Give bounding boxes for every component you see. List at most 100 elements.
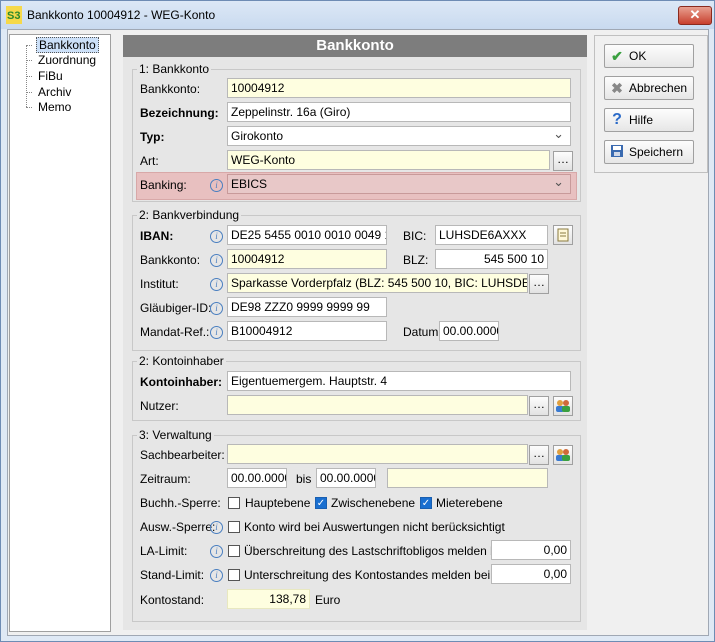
close-button[interactable]: ✕ (678, 6, 712, 25)
speichern-button[interactable]: Speichern (604, 140, 694, 164)
iban-field[interactable]: DE25 5455 0010 0010 0049 12 (227, 225, 387, 245)
title-bar[interactable]: S3 Bankkonto 10004912 - WEG-Konto ✕ (1, 1, 714, 29)
tree-item-archiv[interactable]: Archiv (36, 85, 73, 99)
kontoinhaber-field[interactable]: Eigentuemergem. Hauptstr. 4 (227, 371, 571, 391)
info-icon[interactable]: i (210, 569, 223, 582)
tree-item-zuordnung[interactable]: Zuordnung (36, 53, 98, 67)
abbrechen-label: Abbrechen (629, 81, 688, 95)
lalimit-field[interactable]: 0,00 (491, 540, 571, 560)
banking-dropdown[interactable]: EBICS (227, 174, 571, 194)
zeitraum-bis-label: bis (296, 472, 312, 486)
app-icon: S3 (6, 6, 22, 24)
zeitraum-to-field[interactable]: 00.00.0000 (316, 468, 376, 488)
lalimit-label: LA-Limit: (140, 544, 188, 558)
sachbearbeiter-browse-button[interactable]: … (529, 445, 549, 465)
mandat-label: Mandat-Ref.: (140, 325, 210, 339)
info-icon[interactable]: i (210, 230, 223, 243)
bic-label: BIC: (403, 229, 427, 243)
window-title: Bankkonto 10004912 - WEG-Konto (27, 8, 216, 22)
page-title: Bankkonto (123, 35, 587, 57)
sachbearbeiter-label: Sachbearbeiter: (140, 448, 225, 462)
glaeubiger-field[interactable]: DE98 ZZZ0 9999 9999 99 (227, 297, 387, 317)
institut-label: Institut: (140, 277, 179, 291)
cancel-x-icon: ✖ (611, 80, 623, 96)
zeitraum-from-field[interactable]: 00.00.0000 (227, 468, 287, 488)
tree-item-memo[interactable]: Memo (36, 100, 73, 114)
datum-label: Datum: (403, 325, 442, 339)
info-icon[interactable]: i (210, 302, 223, 315)
art-label: Art: (140, 154, 159, 168)
standlimit-label: Stand-Limit: (140, 568, 205, 582)
kontoinhaber-label: Kontoinhaber: (140, 375, 222, 389)
bankkonto2-field[interactable]: 10004912 (227, 249, 387, 269)
users-icon[interactable] (553, 396, 573, 416)
ok-button[interactable]: ✔ OK (604, 44, 694, 68)
bankkonto2-label: Bankkonto: (140, 253, 201, 267)
nutzer-label: Nutzer: (140, 399, 179, 413)
bic-field[interactable]: LUHSDE6AXXX (435, 225, 548, 245)
standlimit-text: Unterschreitung des Kontostandes melden … (244, 568, 494, 582)
hauptebene-checkbox[interactable] (228, 497, 240, 509)
info-icon[interactable]: i (210, 278, 223, 291)
standlimit-checkbox[interactable] (228, 569, 240, 581)
zeitraum-extra-field[interactable] (387, 468, 548, 488)
hilfe-label: Hilfe (629, 113, 654, 127)
buchh-label: Buchh.-Sperre: (140, 496, 221, 510)
tree-connector (26, 107, 32, 108)
ausw-checkbox[interactable] (228, 521, 240, 533)
section-title: 2: Kontoinhaber (137, 354, 226, 368)
standlimit-field[interactable]: 0,00 (491, 564, 571, 584)
zwischenebene-checkbox[interactable]: ✓ (315, 497, 327, 509)
kontostand-label: Kontostand: (140, 593, 205, 607)
info-icon[interactable]: i (210, 326, 223, 339)
kontostand-unit: Euro (315, 593, 341, 607)
notepad-icon[interactable] (553, 225, 573, 245)
mieterebene-label: Mieterebene (436, 496, 503, 510)
bezeichnung-field[interactable]: Zeppelinstr. 16a (Giro) (227, 102, 571, 122)
navigation-tree: Bankkonto Zuordnung FiBu Archiv Memo (9, 34, 111, 632)
users-icon[interactable] (553, 445, 573, 465)
hauptebene-label: Hauptebene (245, 496, 311, 510)
ok-label: OK (629, 49, 647, 63)
tree-connector (26, 45, 32, 46)
tree-item-fibu[interactable]: FiBu (36, 69, 65, 83)
zwischenebene-label: Zwischenebene (331, 496, 416, 510)
glaeubiger-label: Gläubiger-ID: (140, 301, 212, 315)
blz-label: BLZ: (403, 253, 429, 267)
lalimit-text: Überschreitung des Lastschriftobligos me… (244, 544, 510, 558)
blz-field[interactable]: 545 500 10 (435, 249, 548, 269)
svg-text:S3: S3 (7, 10, 20, 22)
tree-connector (26, 60, 32, 61)
checkmark-icon: ✔ (611, 48, 623, 64)
hilfe-button[interactable]: ? Hilfe (604, 108, 694, 132)
nutzer-browse-button[interactable]: … (529, 396, 549, 416)
info-icon[interactable]: i (210, 179, 223, 192)
art-field[interactable]: WEG-Konto (227, 150, 550, 170)
banking-label: Banking: (140, 178, 187, 192)
institut-browse-button[interactable]: … (529, 274, 549, 294)
datum-field[interactable]: 00.00.0000 (439, 321, 499, 341)
mieterebene-checkbox[interactable]: ✓ (420, 497, 432, 509)
lalimit-checkbox[interactable] (228, 545, 240, 557)
info-icon[interactable]: i (210, 254, 223, 267)
institut-field[interactable]: Sparkasse Vorderpfalz (BLZ: 545 500 10, … (227, 273, 528, 293)
sachbearbeiter-field[interactable] (227, 444, 528, 464)
tree-item-bankkonto[interactable]: Bankkonto (36, 37, 99, 53)
info-icon[interactable]: i (210, 521, 223, 534)
ausw-label: Ausw.-Sperre: (140, 520, 216, 534)
bezeichnung-label: Bezeichnung: (140, 106, 219, 120)
typ-dropdown[interactable]: Girokonto (227, 126, 571, 146)
mandat-field[interactable]: B10004912 (227, 321, 387, 341)
bankkonto-field[interactable]: 10004912 (227, 78, 571, 98)
art-browse-button[interactable]: … (553, 151, 573, 171)
speichern-label: Speichern (629, 145, 684, 159)
help-icon: ? (612, 111, 622, 128)
section-title: 3: Verwaltung (137, 428, 214, 442)
tree-connector (26, 76, 32, 77)
save-disk-icon (609, 144, 625, 160)
info-icon[interactable]: i (210, 545, 223, 558)
abbrechen-button[interactable]: ✖ Abbrechen (604, 76, 694, 100)
nutzer-field[interactable] (227, 395, 528, 415)
tree-connector (26, 92, 32, 93)
kontostand-value: 138,78 (227, 589, 310, 609)
